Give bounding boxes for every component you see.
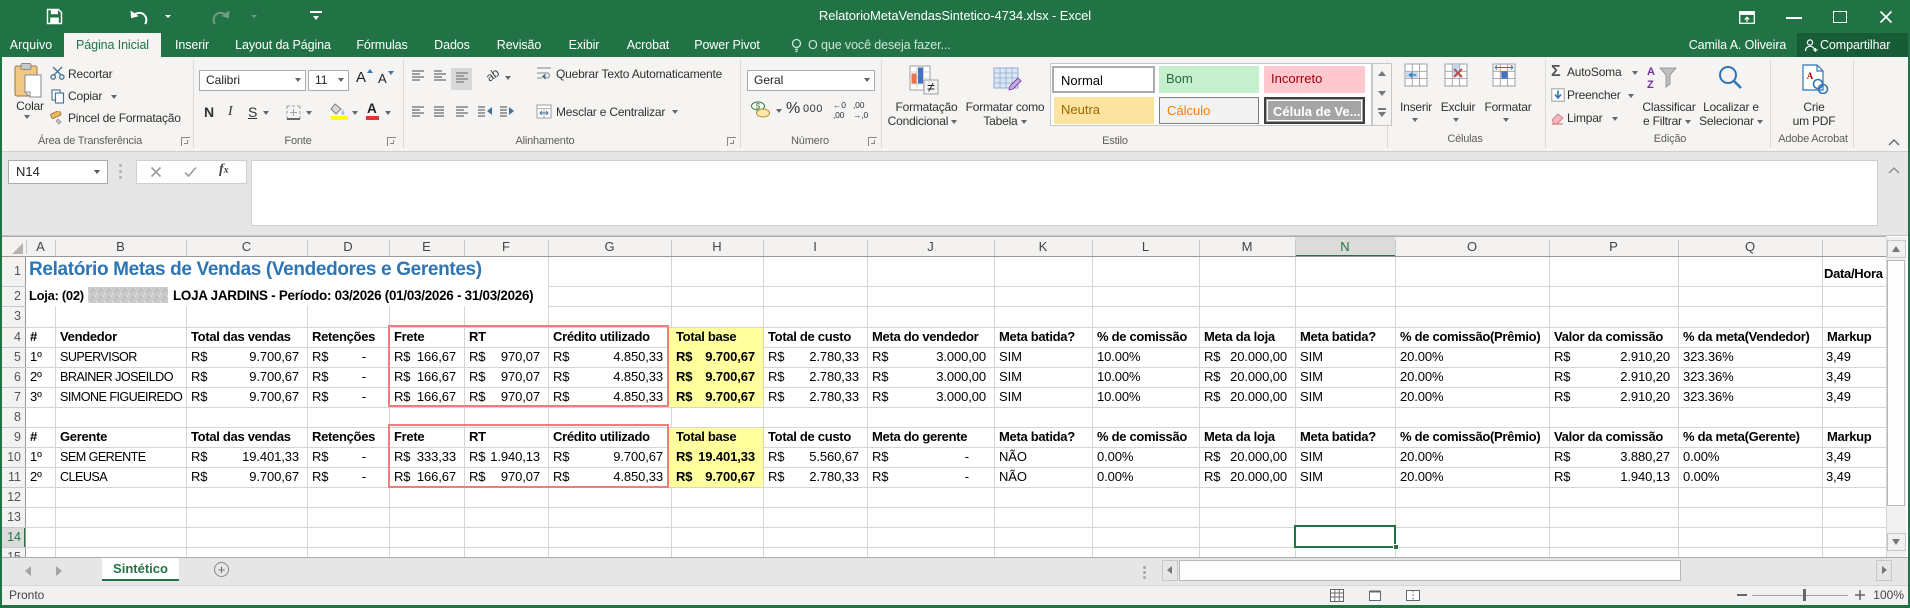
svg-text:≠: ≠ — [927, 79, 935, 95]
svg-text:A: A — [1647, 66, 1655, 78]
svg-text:Z: Z — [1647, 79, 1654, 90]
svg-text:A: A — [1807, 71, 1814, 81]
